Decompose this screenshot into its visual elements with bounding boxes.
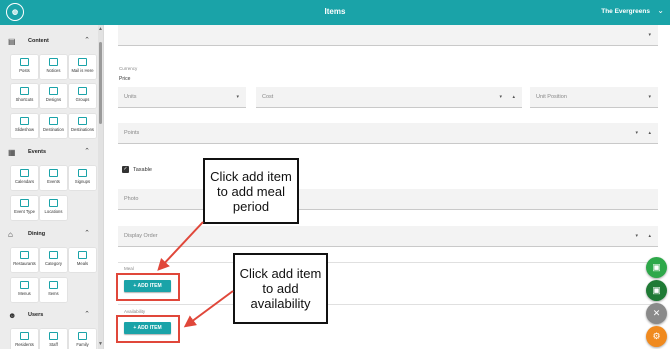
save-copy-icon[interactable]: ▣ [646, 280, 667, 301]
arrow-to-availability-button [183, 290, 234, 328]
save-icon[interactable]: ▣ [646, 257, 667, 278]
pin-icon[interactable]: ✕ [646, 303, 667, 324]
arrow-to-meal-button [157, 221, 204, 271]
annotation-arrows [157, 221, 234, 328]
gear-icon[interactable]: ⚙ [646, 326, 667, 347]
